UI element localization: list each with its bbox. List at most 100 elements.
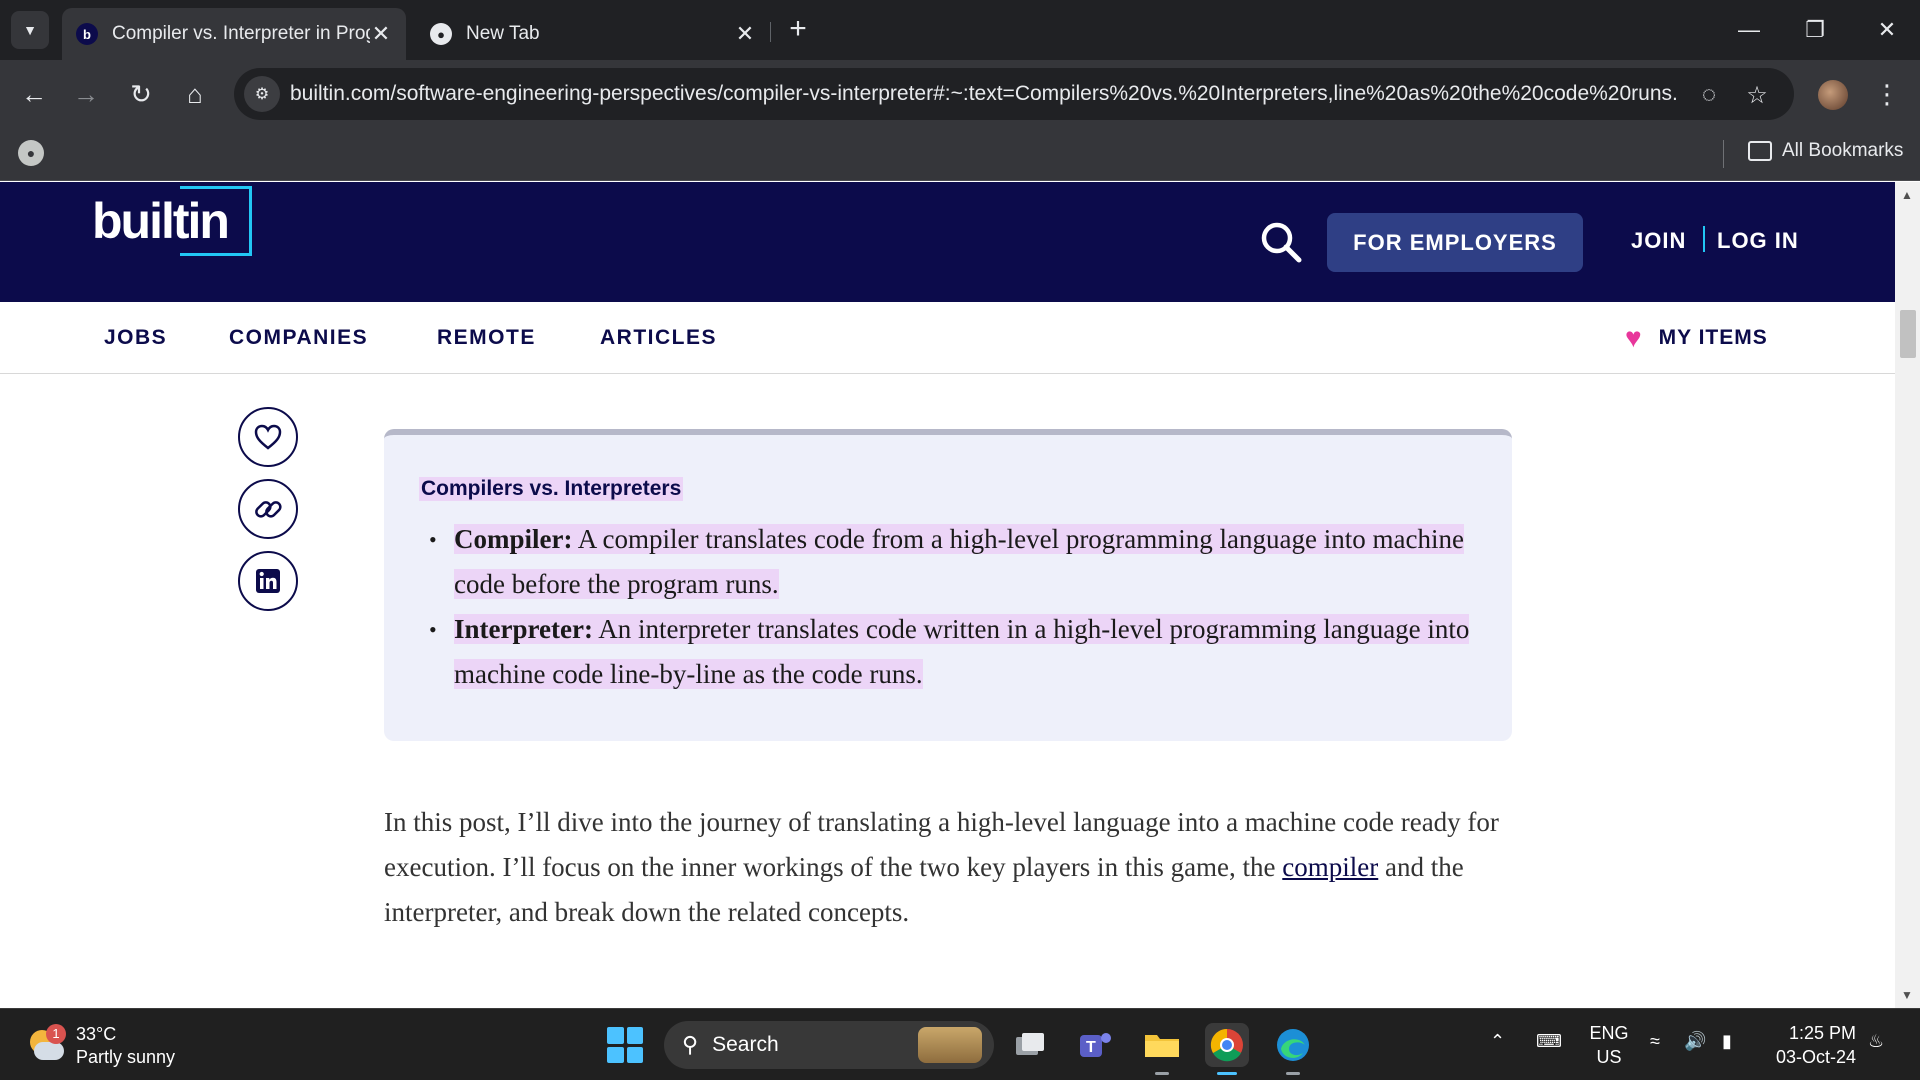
bookmarks-bar: ● All Bookmarks [0, 128, 1920, 181]
url-text[interactable]: builtin.com/software-engineering-perspec… [290, 82, 1710, 106]
partly-sunny-icon: 1 [28, 1024, 66, 1062]
logo-text: builtin [92, 193, 230, 249]
teams-icon: T [1080, 1033, 1111, 1057]
star-icon[interactable]: ☆ [1742, 80, 1772, 110]
browser-toolbar: ← → ↻ ⌂ ⚙ builtin.com/software-engineeri… [0, 60, 1920, 128]
chrome-icon [1210, 1028, 1243, 1062]
search-highlight-image [918, 1027, 982, 1063]
forward-button[interactable]: → [66, 74, 106, 114]
chrome-app[interactable] [1205, 1023, 1249, 1075]
bullet-icon: • [429, 617, 437, 642]
nav-articles[interactable]: ARTICLES [600, 326, 717, 350]
all-bookmarks-button[interactable]: All Bookmarks [1748, 140, 1903, 162]
all-bookmarks-label: All Bookmarks [1782, 140, 1904, 161]
close-tab-icon[interactable]: ✕ [734, 21, 756, 47]
new-tab-button[interactable]: + [782, 14, 814, 46]
task-view-icon [1016, 1033, 1044, 1055]
linkedin-icon [256, 569, 280, 593]
reload-button[interactable]: ↻ [121, 74, 161, 114]
weather-temp: 33°C [76, 1024, 117, 1044]
language-indicator[interactable]: ENG US [1586, 1021, 1632, 1069]
language-code: ENG [1589, 1023, 1629, 1043]
chrome-icon: ● [430, 23, 452, 45]
save-article-button[interactable] [238, 407, 298, 467]
scroll-up-icon[interactable]: ▲ [1901, 188, 1913, 202]
join-login-separator [1703, 226, 1705, 252]
reload-icon: ↻ [130, 78, 152, 109]
show-hidden-icons-button[interactable]: ⌃ [1490, 1031, 1505, 1052]
summary-box: Compilers vs. Interpreters • Compiler: A… [384, 429, 1512, 741]
site-info-icon[interactable]: ⚙ [244, 76, 280, 112]
article-paragraph: In this post, I’ll dive into the journey… [384, 800, 1514, 935]
close-window-button[interactable]: ✕ [1854, 0, 1920, 60]
copy-link-button[interactable] [238, 479, 298, 539]
bookmarks-separator [1723, 140, 1724, 168]
notification-bell-icon[interactable]: ♨ [1868, 1031, 1884, 1052]
tab-search-button[interactable]: ▼ [11, 11, 49, 49]
keyboard-icon[interactable]: ⌨ [1536, 1031, 1562, 1052]
nav-jobs[interactable]: JOBS [104, 326, 167, 350]
nav-companies[interactable]: COMPANIES [229, 326, 368, 350]
folder-icon [1748, 141, 1772, 161]
arrow-left-icon: ← [21, 78, 47, 109]
battery-icon[interactable]: ▮ [1722, 1031, 1732, 1052]
compiler-link[interactable]: compiler [1282, 852, 1378, 882]
clock[interactable]: 1:25 PM 03-Oct-24 [1764, 1021, 1856, 1069]
builtin-favicon-icon: b [76, 23, 98, 45]
weather-widget[interactable]: 1 33°C Partly sunny [28, 1023, 175, 1069]
search-icon [1261, 222, 1302, 263]
globe-icon[interactable]: ● [18, 140, 44, 166]
volume-icon[interactable]: 🔊 [1684, 1031, 1706, 1052]
summary-term: Interpreter: [454, 614, 593, 644]
summary-definition: An interpreter translates code written i… [454, 614, 1470, 689]
tab-compiler-vs-interpreter[interactable]: b Compiler vs. Interpreter in Prog ✕ [62, 8, 406, 60]
wifi-icon[interactable]: ≈ [1650, 1031, 1660, 1052]
profile-avatar[interactable] [1818, 80, 1848, 110]
back-button[interactable]: ← [14, 74, 54, 114]
eye-off-icon[interactable]: ◌ [1694, 80, 1724, 110]
tab-new-tab[interactable]: ● New Tab ✕ [416, 8, 770, 60]
teams-app[interactable]: T [1074, 1023, 1118, 1067]
edge-app[interactable] [1271, 1023, 1315, 1075]
close-tab-icon[interactable]: ✕ [370, 21, 392, 47]
region-code: US [1596, 1047, 1622, 1067]
task-view-button[interactable] [1008, 1023, 1052, 1067]
list-item: • Interpreter: An interpreter translates… [419, 607, 1479, 697]
bullet-icon: • [429, 527, 437, 552]
minimize-button[interactable]: — [1716, 0, 1782, 60]
link-icon [255, 501, 282, 518]
tab-strip: ▼ b Compiler vs. Interpreter in Prog ✕ ●… [0, 0, 1920, 60]
weather-desc: Partly sunny [76, 1047, 176, 1067]
my-items-link[interactable]: ♥ MY ITEMS [1625, 324, 1768, 352]
page-scrollbar[interactable]: ▲ ▼ [1895, 182, 1920, 1008]
more-options-icon[interactable]: ⋮ [1872, 74, 1902, 114]
site-search-button[interactable] [1258, 219, 1304, 265]
start-button[interactable] [607, 1027, 643, 1063]
builtin-logo[interactable]: builtin [92, 182, 254, 256]
taskbar-search[interactable]: ⚲ Search [664, 1021, 994, 1069]
for-employers-button[interactable]: FOR EMPLOYERS [1327, 213, 1583, 272]
summary-term: Compiler: [454, 524, 573, 554]
scrollbar-thumb[interactable] [1900, 310, 1916, 358]
arrow-right-icon: → [73, 78, 99, 109]
chevron-down-icon: ▼ [23, 22, 37, 38]
tab-title: New Tab [466, 23, 540, 44]
taskbar-search-label: Search [712, 1033, 779, 1056]
tab-separator [770, 22, 771, 42]
home-button[interactable]: ⌂ [175, 74, 215, 114]
home-icon: ⌂ [187, 78, 203, 109]
tab-title: Compiler vs. Interpreter in Prog [112, 23, 370, 44]
login-link[interactable]: LOG IN [1717, 228, 1799, 254]
share-linkedin-button[interactable] [238, 551, 298, 611]
summary-item-text: Compiler: A compiler translates code fro… [454, 524, 1464, 599]
scroll-down-icon[interactable]: ▼ [1901, 988, 1913, 1002]
address-bar[interactable]: ⚙ builtin.com/software-engineering-persp… [234, 68, 1794, 120]
summary-heading: Compilers vs. Interpreters [419, 477, 684, 501]
nav-remote[interactable]: REMOTE [437, 326, 536, 350]
restore-button[interactable]: ❐ [1782, 0, 1848, 60]
clock-date: 03-Oct-24 [1775, 1047, 1856, 1067]
active-indicator [1217, 1072, 1237, 1075]
file-explorer-app[interactable] [1140, 1023, 1184, 1075]
heart-outline-icon [254, 424, 282, 450]
join-link[interactable]: JOIN [1631, 228, 1686, 254]
